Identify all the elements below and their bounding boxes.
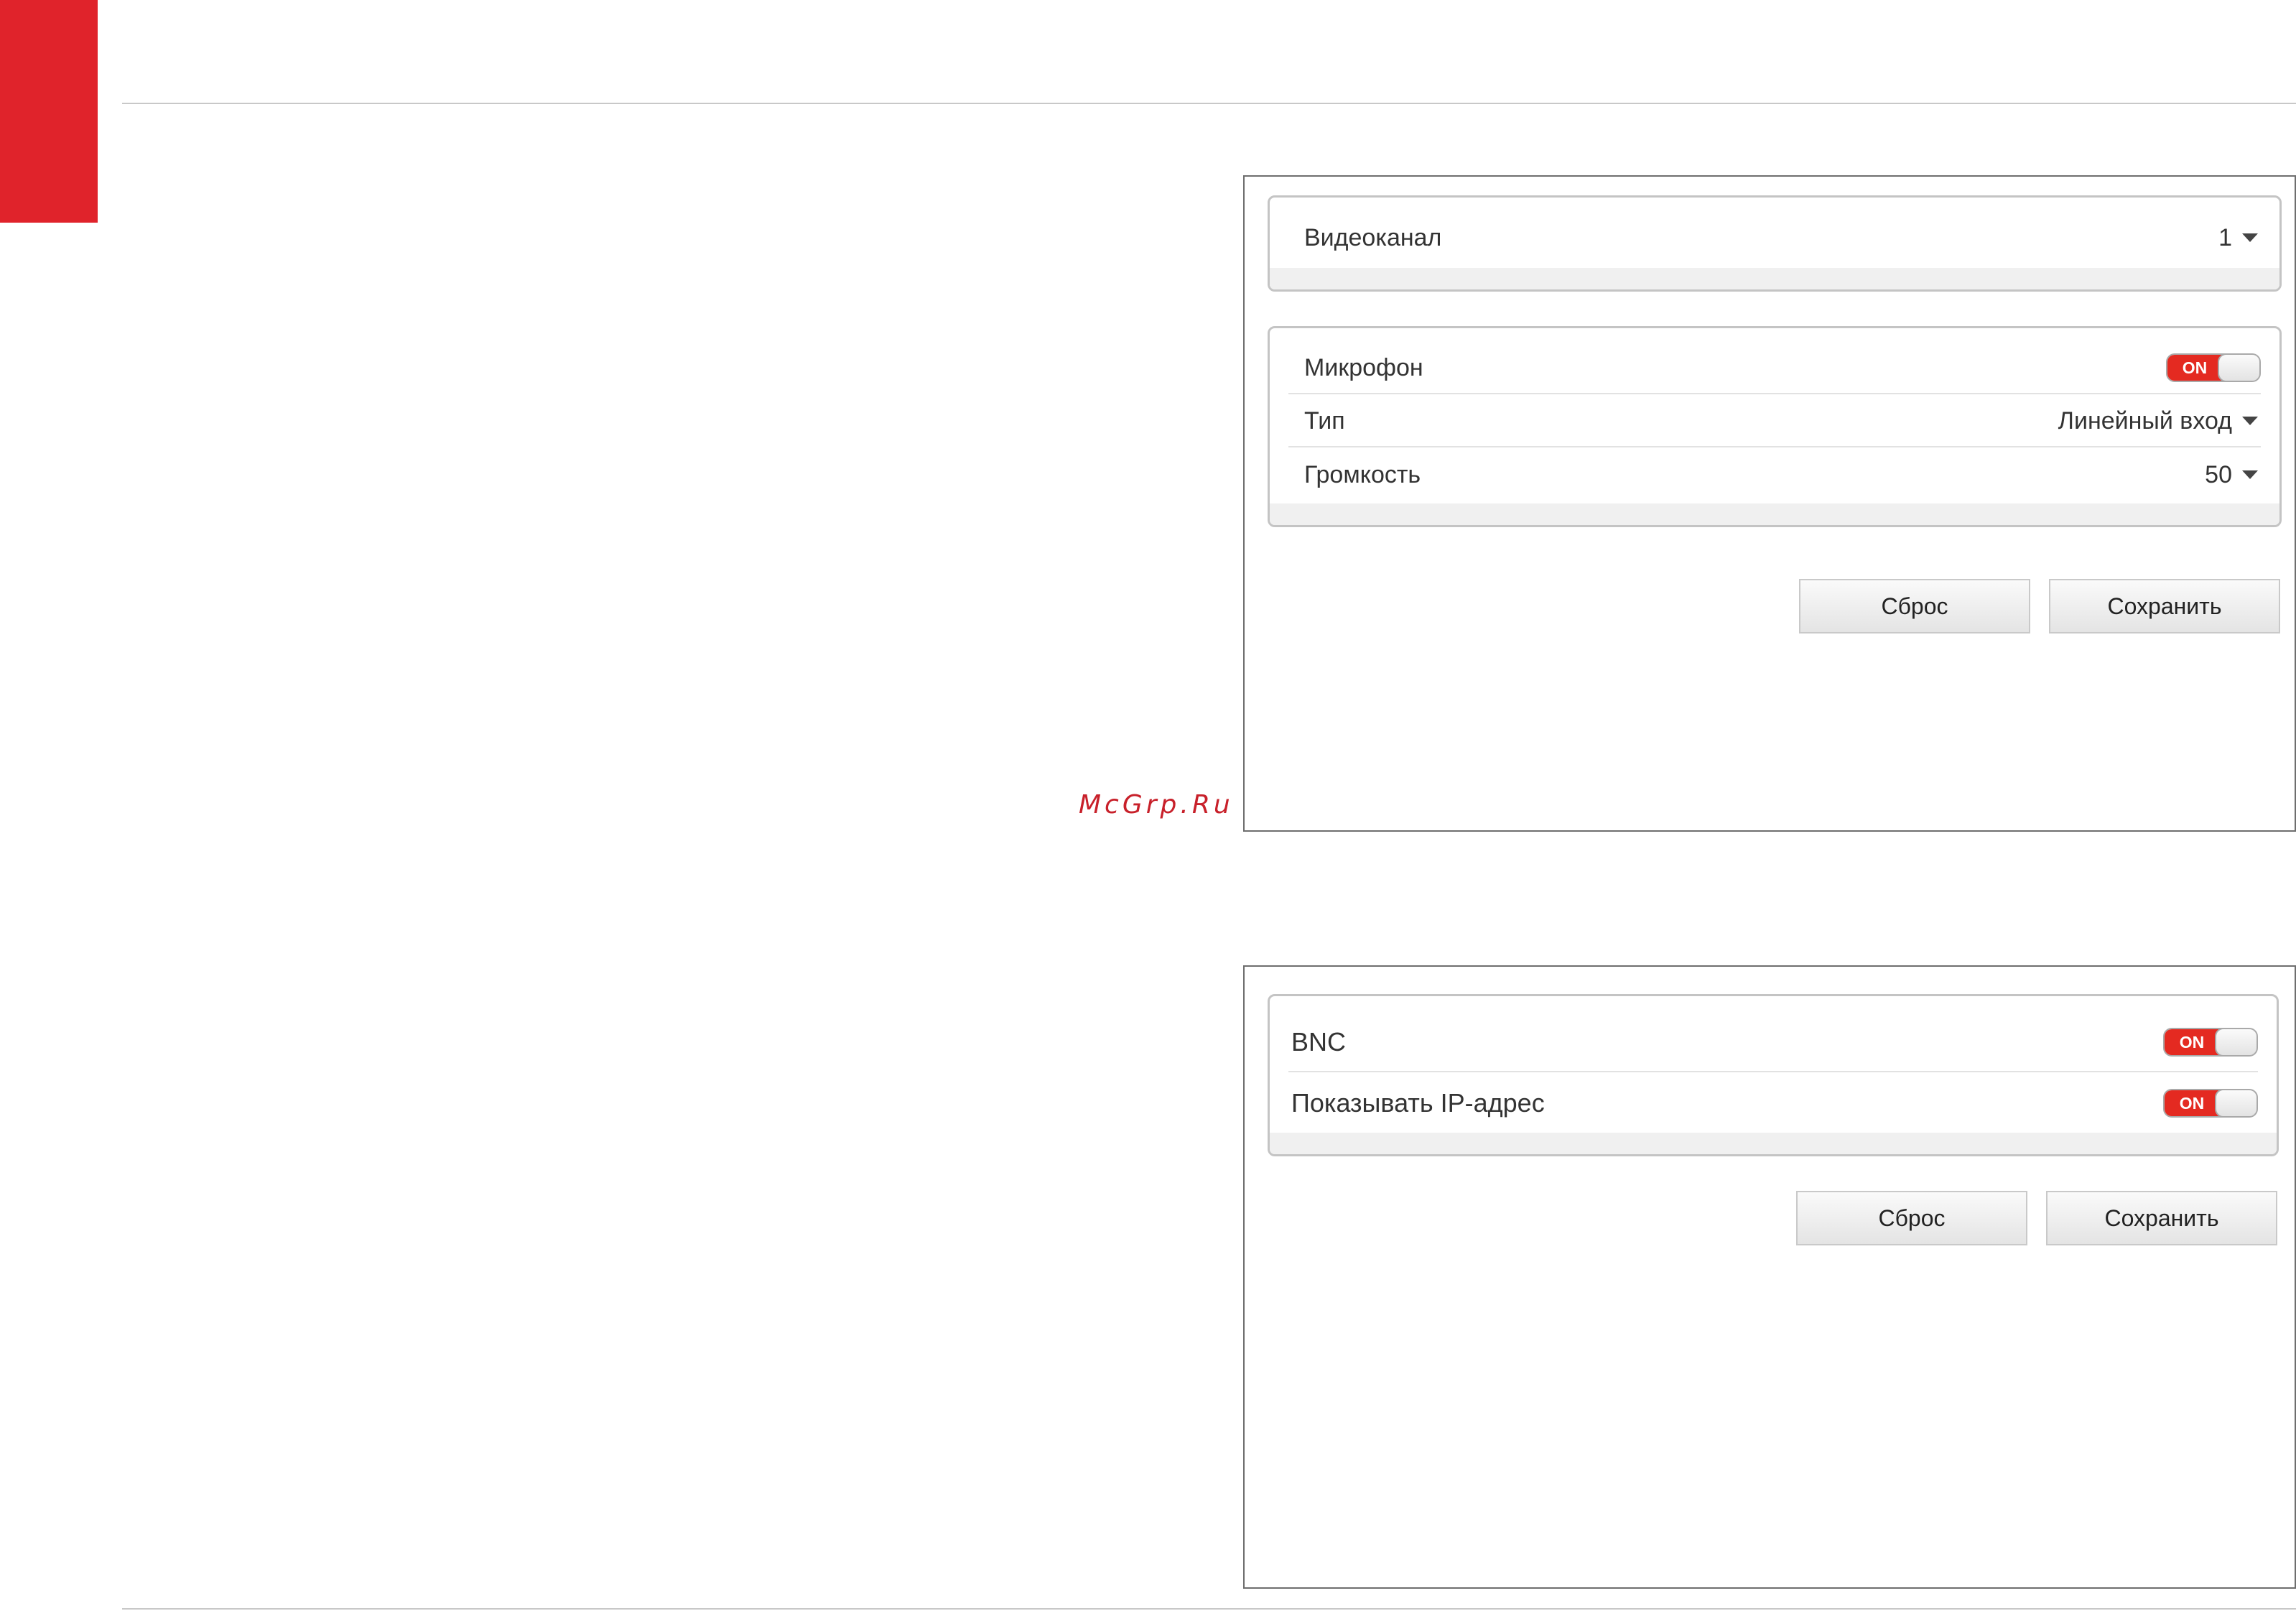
- type-dropdown[interactable]: Линейный вход: [2058, 407, 2261, 435]
- save-button[interactable]: Сохранить: [2046, 1191, 2277, 1245]
- videochannel-dropdown[interactable]: 1: [2218, 224, 2261, 252]
- bottom-divider: [122, 1608, 2296, 1610]
- reset-button[interactable]: Сброс: [1796, 1191, 2027, 1245]
- microphone-row: Микрофон ON: [1288, 343, 2261, 394]
- videochannel-label: Видеоканал: [1304, 223, 1442, 251]
- save-button[interactable]: Сохранить: [2049, 579, 2280, 633]
- video-output-group: BNC ON Показывать IP-адрес ON: [1268, 994, 2279, 1156]
- toggle-knob: [2218, 355, 2259, 381]
- volume-dropdown[interactable]: 50: [2205, 461, 2261, 489]
- toggle-on-label: ON: [2167, 355, 2222, 381]
- type-value: Линейный вход: [2058, 407, 2232, 435]
- videochannel-group: Видеоканал 1: [1268, 195, 2282, 292]
- bnc-label: BNC: [1291, 1027, 1347, 1057]
- toggle-knob: [2215, 1090, 2257, 1116]
- chevron-down-icon: [2242, 417, 2258, 425]
- type-row: Тип Линейный вход: [1288, 396, 2261, 447]
- bnc-toggle[interactable]: ON: [2163, 1028, 2258, 1057]
- videochannel-value: 1: [2218, 223, 2232, 251]
- volume-label: Громкость: [1304, 460, 1421, 488]
- microphone-label: Микрофон: [1304, 353, 1423, 381]
- video-output-settings-screenshot: BNC ON Показывать IP-адрес ON Сброс Сохр…: [1243, 965, 2296, 1589]
- show-ip-row: Показывать IP-адрес ON: [1288, 1075, 2258, 1131]
- show-ip-label: Показывать IP-адрес: [1291, 1088, 1545, 1118]
- toggle-on-label: ON: [2165, 1090, 2219, 1116]
- chevron-down-icon: [2242, 470, 2258, 479]
- chevron-down-icon: [2242, 233, 2258, 242]
- watermark: McGrp.Ru: [1079, 790, 1234, 820]
- toggle-knob: [2215, 1029, 2257, 1055]
- reset-button[interactable]: Сброс: [1799, 579, 2030, 633]
- red-corner-tab: [0, 0, 98, 223]
- type-label: Тип: [1304, 407, 1345, 435]
- toggle-on-label: ON: [2165, 1029, 2219, 1055]
- volume-value: 50: [2205, 460, 2232, 488]
- microphone-group: Микрофон ON Тип Линейный вход Громкость …: [1268, 326, 2282, 527]
- volume-row: Громкость 50: [1288, 449, 2261, 501]
- audio-settings-screenshot: Видеоканал 1 Микрофон ON Тип Линейный вх…: [1243, 175, 2296, 832]
- show-ip-toggle[interactable]: ON: [2163, 1089, 2258, 1118]
- bnc-row: BNC ON: [1288, 1013, 2258, 1072]
- top-divider: [122, 103, 2296, 104]
- microphone-toggle[interactable]: ON: [2166, 353, 2261, 382]
- videochannel-row: Видеоканал 1: [1288, 212, 2261, 264]
